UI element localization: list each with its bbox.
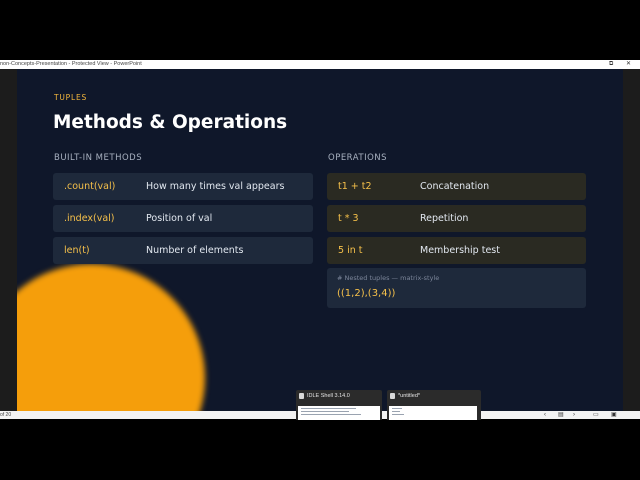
operations-heading: OPERATIONS <box>328 153 388 163</box>
decorative-orange-blob <box>17 264 205 411</box>
operation-card-concat: t1 + t2 Concatenation <box>327 173 586 200</box>
preview-thumbnail <box>298 406 380 420</box>
operation-description: Membership test <box>420 245 500 256</box>
operation-code: t * 3 <box>338 213 359 224</box>
idle-app-icon <box>299 393 304 399</box>
reading-view-icon[interactable]: ▣ <box>611 411 617 419</box>
close-icon[interactable]: ✕ <box>626 60 631 69</box>
window-title: non-Concepts-Presentation - Protected Vi… <box>0 61 142 67</box>
method-description: Number of elements <box>146 245 244 256</box>
taskbar-preview-untitled[interactable]: *untitled* <box>387 390 481 420</box>
previous-slide-icon[interactable]: ‹ <box>544 411 546 419</box>
taskbar-preview-idle-shell[interactable]: IDLE Shell 3.14.0 <box>296 390 382 420</box>
slide-title: Methods & Operations <box>53 112 288 133</box>
operation-description: Concatenation <box>420 181 490 192</box>
preview-thumbnail <box>389 406 477 420</box>
method-code: .index(val) <box>64 213 115 224</box>
window-titlebar: non-Concepts-Presentation - Protected Vi… <box>0 60 640 69</box>
method-card-count: .count(val) How many times val appears <box>53 173 313 200</box>
normal-view-icon[interactable]: ▭ <box>593 411 599 419</box>
code-expression: ((1,2),(3,4)) <box>337 288 396 299</box>
nested-tuples-code-box: # Nested tuples — matrix-style ((1,2),(3… <box>327 268 586 308</box>
operation-card-membership: 5 in t Membership test <box>327 237 586 264</box>
preview-title: IDLE Shell 3.14.0 <box>307 393 350 399</box>
slide-canvas: TUPLES Methods & Operations BUILT-IN MET… <box>17 69 623 411</box>
builtin-methods-heading: BUILT-IN METHODS <box>54 153 143 163</box>
operation-code: 5 in t <box>338 245 363 256</box>
method-card-index: .index(val) Position of val <box>53 205 313 232</box>
code-comment: # Nested tuples — matrix-style <box>337 274 440 282</box>
method-card-len: len(t) Number of elements <box>53 237 313 264</box>
idle-app-icon <box>390 393 395 399</box>
restore-icon[interactable]: ⧉ <box>609 60 613 69</box>
next-slide-icon[interactable]: › <box>573 411 575 419</box>
slide-counter: of 20 <box>0 412 12 418</box>
method-description: How many times val appears <box>146 181 285 192</box>
operation-description: Repetition <box>420 213 469 224</box>
operation-card-repeat: t * 3 Repetition <box>327 205 586 232</box>
method-code: .count(val) <box>64 181 116 192</box>
operation-code: t1 + t2 <box>338 181 372 192</box>
preview-title: *untitled* <box>398 393 421 399</box>
method-description: Position of val <box>146 213 213 224</box>
slide-sorter-icon[interactable]: ▤ <box>558 411 564 419</box>
method-code: len(t) <box>64 245 90 256</box>
slide-eyebrow: TUPLES <box>54 93 88 102</box>
